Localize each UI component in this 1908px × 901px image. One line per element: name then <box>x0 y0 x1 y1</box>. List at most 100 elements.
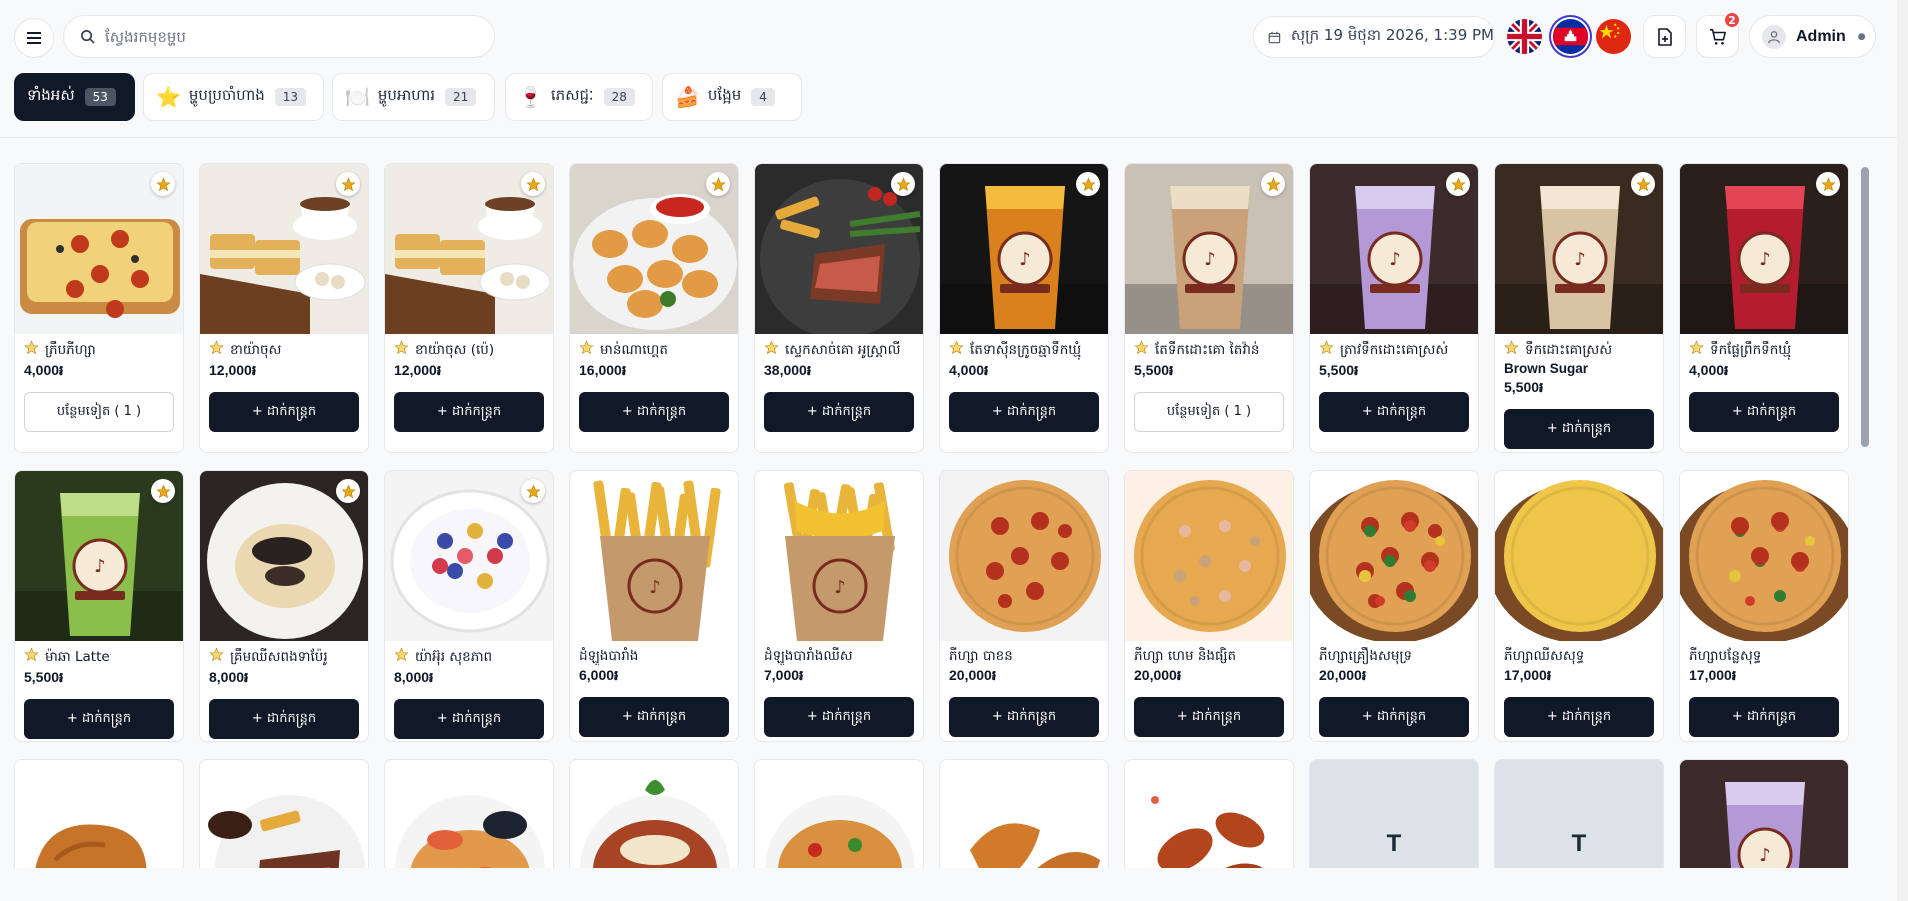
product-card[interactable]: ♪ ដំឡូងបារាំង 6,000៛ + ដាក់កន្ត្រក <box>569 470 739 742</box>
add-to-cart-button[interactable]: + ដាក់កន្ត្រក <box>579 392 729 432</box>
search-icon <box>81 30 95 44</box>
product-card[interactable]: យ៉ាអ៊ុរ សុខភាព 8,000៛ + ដាក់កន្ត្រក <box>384 470 554 742</box>
product-name-row: ភីហ្សា ហេម និងផ្សិត <box>1134 647 1284 665</box>
category-tab-dessert[interactable]: 🍰 បង្អែម 4 <box>662 73 802 121</box>
chinese-flag-icon[interactable] <box>1596 19 1631 54</box>
product-card[interactable]: ♪ ដំឡូងបារាំងឈីស 7,000៛ + ដាក់កន្ត្រក <box>754 470 924 742</box>
add-to-cart-button[interactable]: + ដាក់កន្ត្រក <box>949 697 1099 737</box>
star-icon <box>394 647 409 667</box>
product-info: ស្ទេកសាច់គោ អូស្ត្រាលី 38,000៛ + ដាក់កន្ត្… <box>755 334 923 441</box>
favorite-star-icon[interactable] <box>1076 172 1100 196</box>
product-card[interactable]: ភ្រឹបភីហ្សា 4,000៛ បន្ថែមទៀត ( 1 ) <box>14 163 184 453</box>
favorite-star-icon[interactable] <box>1816 172 1840 196</box>
product-card[interactable]: ខាយ៉ាចុស (ប៉េ) 12,000៛ + ដាក់កន្ត្រក <box>384 163 554 453</box>
add-to-cart-button[interactable]: + ដាក់កន្ត្រក <box>394 392 544 432</box>
svg-text:♪: ♪ <box>1574 249 1586 270</box>
product-card[interactable]: ♪ តែទាស៊ីនក្រូចឆ្មាទឹកឃ្មុំ 4,000៛ + ដាក់ក… <box>939 163 1109 453</box>
product-card[interactable]: ♪ ម៉ាឆា Latte 5,500៛ + ដាក់កន្ត្រក <box>14 470 184 742</box>
add-to-cart-button[interactable]: + ដាក់កន្ត្រក <box>949 392 1099 432</box>
product-card[interactable]: T <box>1494 759 1664 868</box>
product-name: គ្រឹមឈីសពងទាប៉ែរូ <box>230 649 328 665</box>
product-card[interactable]: ♪ <box>1679 759 1849 868</box>
star-icon <box>949 340 964 360</box>
product-name: ដំឡូងបារាំង <box>579 648 639 664</box>
product-name-row: យ៉ាអ៊ុរ សុខភាព <box>394 647 544 667</box>
product-card[interactable]: ស្ទេកសាច់គោ អូស្ត្រាលី 38,000៛ + ដាក់កន្ត្… <box>754 163 924 453</box>
favorite-star-icon[interactable] <box>706 172 730 196</box>
favorite-star-icon[interactable] <box>1261 172 1285 196</box>
add-to-cart-button[interactable]: + ដាក់កន្ត្រក <box>394 699 544 739</box>
product-card[interactable] <box>754 759 924 868</box>
add-to-cart-button[interactable]: + ដាក់កន្ត្រក <box>1689 697 1839 737</box>
product-card[interactable]: ភីហ្សាបន្លែសុទ្ធ 17,000៛ + ដាក់កន្ត្រក <box>1679 470 1849 742</box>
favorite-star-icon[interactable] <box>521 172 545 196</box>
favorite-star-icon[interactable] <box>521 479 545 503</box>
add-to-cart-button[interactable]: + ដាក់កន្ត្រក <box>24 699 174 739</box>
menu-button[interactable] <box>14 18 54 58</box>
search-box[interactable] <box>63 15 495 58</box>
date-time-text: សុក្រ 19 មិថុនា 2026, 1:39 PM <box>1290 26 1494 44</box>
category-tab-signature[interactable]: ⭐ ម្ហូបប្រចាំហាង 13 <box>143 73 324 121</box>
product-name-row: តែទាស៊ីនក្រូចឆ្មាទឹកឃ្មុំ <box>949 340 1099 360</box>
add-to-cart-button[interactable]: + ដាក់កន្ត្រក <box>1504 409 1654 449</box>
product-card[interactable]: ខាយ៉ាចុស 12,000៛ + ដាក់កន្ត្រក <box>199 163 369 453</box>
product-image <box>1125 760 1293 868</box>
user-icon <box>1768 30 1780 43</box>
add-to-cart-button[interactable]: + ដាក់កន្ត្រក <box>764 392 914 432</box>
favorite-star-icon[interactable] <box>151 172 175 196</box>
add-more-button[interactable]: បន្ថែមទៀត ( 1 ) <box>24 392 174 432</box>
search-input[interactable] <box>105 27 485 46</box>
add-to-cart-button[interactable]: + ដាក់កន្ត្រក <box>209 392 359 432</box>
product-card[interactable]: ♪ ត្រាវទឹកដោះគោស្រស់ 5,500៛ + ដាក់កន្ត្រក <box>1309 163 1479 453</box>
add-to-cart-button[interactable]: + ដាក់កន្ត្រក <box>764 697 914 737</box>
product-name: ត្រាវទឹកដោះគោស្រស់ <box>1340 342 1449 358</box>
product-card[interactable] <box>939 759 1109 868</box>
category-tab-all[interactable]: ទាំងអស់ 53 <box>14 73 135 121</box>
user-menu[interactable]: Admin ● <box>1749 15 1876 58</box>
product-card[interactable]: ♪ ទឹកដោះគោស្រស់ Brown Sugar 5,500៛ + ដាក់កន… <box>1494 163 1664 453</box>
cart-button[interactable]: 2 <box>1696 11 1741 58</box>
product-card[interactable]: មាន់ណាហ្គេត 16,000៛ + ដាក់កន្ត្រក <box>569 163 739 453</box>
english-flag-icon[interactable] <box>1507 19 1542 54</box>
product-card[interactable] <box>384 759 554 868</box>
product-card[interactable] <box>199 759 369 868</box>
product-card[interactable]: ♪ តែទឹកដោះគោ តៃវ៉ាន់ 5,500៛ បន្ថែមទៀត ( 1 … <box>1124 163 1294 453</box>
product-info: ទឹកដោះគោស្រស់ Brown Sugar 5,500៛ + ដាក់កន្ត… <box>1495 334 1663 452</box>
product-card[interactable]: គ្រឹមឈីសពងទាប៉ែរូ 8,000៛ + ដាក់កន្ត្រក <box>199 470 369 742</box>
product-card[interactable]: T <box>1309 759 1479 868</box>
favorite-star-icon[interactable] <box>1631 172 1655 196</box>
category-tab-drinks[interactable]: 🍷 ភេសជ្ជៈ 28 <box>505 73 653 121</box>
product-card[interactable]: ភីហ្សា ហេម និងផ្សិត 20,000៛ + ដាក់កន្ត្រក <box>1124 470 1294 742</box>
add-to-cart-button[interactable]: + ដាក់កន្ត្រក <box>1134 697 1284 737</box>
product-info: ភីហ្សា ហេម និងផ្សិត 20,000៛ + ដាក់កន្ត្រក <box>1125 641 1293 741</box>
product-info: ភីហ្សា បាខន 20,000៛ + ដាក់កន្ត្រក <box>940 641 1108 741</box>
product-card[interactable]: ភីហ្សាគ្រឿងសមុទ្រ 20,000៛ + ដាក់កន្ត្រក <box>1309 470 1479 742</box>
add-to-cart-button[interactable]: + ដាក់កន្ត្រក <box>209 699 359 739</box>
svg-text:♪: ♪ <box>834 577 846 598</box>
favorite-star-icon[interactable] <box>336 172 360 196</box>
product-card[interactable]: ភីហ្សាឈីសសុទ្ធ 17,000៛ + ដាក់កន្ត្រក <box>1494 470 1664 742</box>
product-card[interactable]: ♪ ទឹកផ្លែព្រឹកទឹកឃ្មុំ 4,000៛ + ដាក់កន្ត្រ… <box>1679 163 1849 453</box>
favorite-star-icon[interactable] <box>336 479 360 503</box>
scrollbar-track[interactable] <box>1897 0 1908 901</box>
product-card[interactable]: ភីហ្សា បាខន 20,000៛ + ដាក់កន្ត្រក <box>939 470 1109 742</box>
add-more-button[interactable]: បន្ថែមទៀត ( 1 ) <box>1134 392 1284 432</box>
category-tab-food[interactable]: 🍽️ ម្ហូបអាហារ 21 <box>332 73 495 121</box>
product-card[interactable] <box>569 759 739 868</box>
khmer-flag-icon[interactable] <box>1553 19 1588 54</box>
product-card[interactable] <box>14 759 184 868</box>
favorite-star-icon[interactable] <box>891 172 915 196</box>
add-to-cart-button[interactable]: + ដាក់កន្ត្រក <box>1689 392 1839 432</box>
add-to-cart-button[interactable]: + ដាក់កន្ត្រក <box>1319 392 1469 432</box>
product-image: ♪ <box>1680 760 1848 868</box>
favorite-star-icon[interactable] <box>1446 172 1470 196</box>
document-button[interactable] <box>1643 15 1686 58</box>
star-icon <box>209 340 224 360</box>
add-to-cart-button[interactable]: + ដាក់កន្ត្រក <box>1319 697 1469 737</box>
product-image: ♪ <box>1125 164 1293 334</box>
add-to-cart-button[interactable]: + ដាក់កន្ត្រក <box>579 697 729 737</box>
product-card[interactable] <box>1124 759 1294 868</box>
add-to-cart-button[interactable]: + ដាក់កន្ត្រក <box>1504 697 1654 737</box>
scrollbar-thumb[interactable] <box>1861 167 1869 447</box>
favorite-star-icon[interactable] <box>151 479 175 503</box>
